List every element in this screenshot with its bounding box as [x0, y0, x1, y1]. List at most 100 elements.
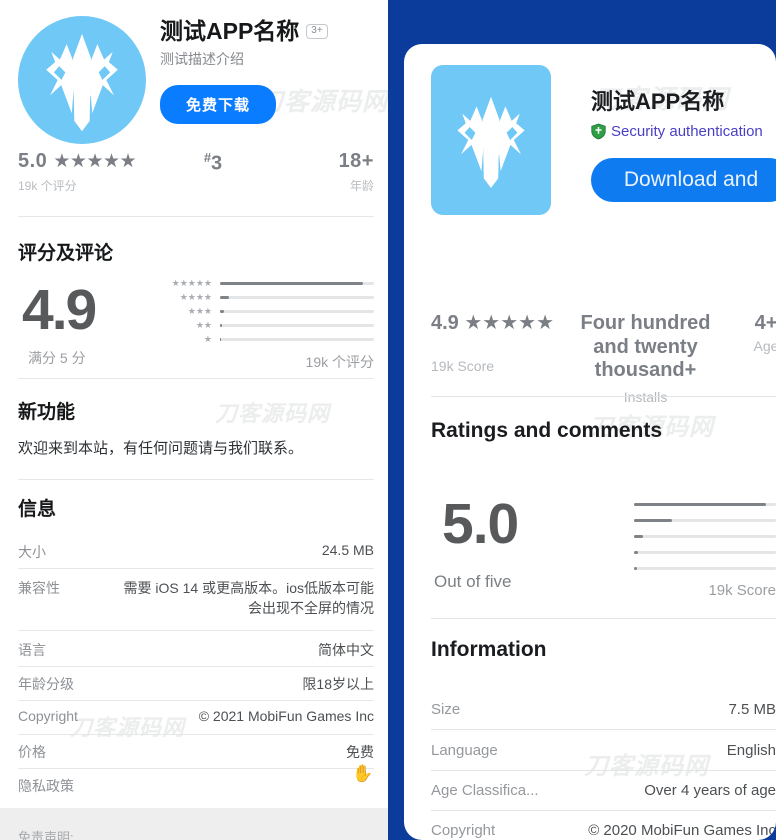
histogram-track [220, 337, 374, 341]
watermark-left-mid: 刀客源码网 [215, 402, 331, 427]
rank-hash: # [203, 150, 212, 165]
shield-icon [591, 123, 606, 140]
info-row-compatibility: 兼容性 需要 iOS 14 或更高版本。ios低版本可能会出现不全屏的情况 [18, 578, 374, 618]
divider [431, 618, 776, 619]
app-logo-glyph [457, 96, 525, 188]
info-row-age-rating: 年龄分级 限18岁以上 [18, 674, 374, 694]
download-button[interactable]: Download and [591, 158, 776, 202]
rating-histogram: 19k Score [634, 496, 776, 599]
info-value: © 2021 MobiFun Games Inc [198, 708, 374, 724]
divider [431, 396, 776, 397]
histogram-fill [634, 534, 643, 538]
info-key: 兼容性 [18, 580, 60, 596]
divider [431, 810, 776, 811]
info-row-size: Size 7.5 MB [431, 701, 776, 718]
app-title: 测试APP名称 [591, 89, 725, 114]
histogram-fill [220, 337, 222, 341]
histogram-track [634, 566, 776, 570]
info-value: 免费 [346, 744, 374, 760]
divider [18, 568, 374, 569]
app-logo-icon [18, 16, 146, 144]
ratings-section-title: 评分及评论 [18, 243, 114, 264]
info-key: Copyright [18, 708, 78, 724]
info-row-price: 价格 免费 [18, 742, 374, 762]
info-row-age-classification: Age Classifica... Over 4 years of age [431, 782, 776, 799]
installs-value: Four hundred and twenty thousand+ [580, 312, 711, 382]
histogram-track [220, 295, 374, 299]
info-key: 价格 [18, 744, 46, 760]
histogram-fill [220, 281, 364, 285]
histogram-track [220, 323, 374, 327]
rating-count: 19k 个评分 [18, 179, 77, 193]
average-score-caption: Out of five [434, 572, 512, 591]
histogram-fill [220, 295, 230, 299]
rank-value: 3 [211, 152, 223, 175]
histogram-fill [220, 309, 224, 313]
info-key: 语言 [18, 642, 46, 658]
histogram-fill [634, 550, 639, 554]
age-caption: 年龄 [349, 179, 374, 193]
divider [431, 729, 776, 730]
app-store-comparison-screenshot: 刀客源码网 刀客源码网 刀客源码网 测试APP名称 3+ 测试描述介绍 免费下载… [0, 0, 776, 840]
divider [18, 734, 374, 735]
app-logo-glyph [46, 33, 118, 132]
histogram-row: ★ [150, 332, 374, 346]
rating-count: 19k Score [431, 357, 495, 374]
rating-stars: ★★★★★ [53, 151, 137, 172]
app-header: 测试APP名称 3+ 测试描述介绍 免费下载 [18, 12, 374, 148]
divider [18, 768, 374, 769]
right-android-panel: 刀客源码网 刀客源码网 刀客源码网 测试APP名称 Security authe… [388, 0, 776, 840]
histogram-row: ★★★★ [150, 290, 374, 304]
divider [18, 700, 374, 701]
histogram-fill [634, 518, 673, 522]
histogram-row [634, 512, 776, 528]
rating-histogram: ★★★★★ ★★★★ ★★★ ★★ ★ 19k 个评分 [150, 276, 374, 370]
average-score: 5.0 [442, 492, 519, 556]
info-row-privacy-policy[interactable]: 隐私政策 [18, 776, 374, 796]
app-detail-card: 刀客源码网 刀客源码网 刀客源码网 测试APP名称 Security authe… [404, 44, 776, 840]
info-key: 隐私政策 [18, 778, 74, 794]
rating-value: 4.9 [431, 312, 459, 334]
whatsnew-body: 欢迎来到本站，有任何问题请与我们联系。 [18, 440, 304, 457]
info-value: English [726, 742, 776, 759]
info-title: 信息 [18, 499, 57, 520]
left-ios-panel: 刀客源码网 刀客源码网 刀客源码网 测试APP名称 3+ 测试描述介绍 免费下载… [0, 0, 388, 840]
info-row-language: 语言 简体中文 [18, 640, 374, 660]
info-row-language: Language English [431, 742, 776, 759]
histogram-row [634, 560, 776, 576]
stat-age: 4+ Age [736, 312, 776, 354]
info-key: Size [431, 701, 461, 718]
info-key: 年龄分级 [18, 676, 74, 692]
security-label: Security authentication [611, 123, 763, 140]
histogram-row [634, 528, 776, 544]
age-rating-chip: 3+ [306, 23, 328, 39]
disclaimer-text: 免责声明: [18, 830, 74, 840]
info-row-copyright: Copyright © 2020 MobiFun Games Inc [431, 822, 776, 839]
divider [431, 770, 776, 771]
stat-rating: 5.0 ★★★★★ 19k 个评分 [18, 150, 137, 194]
histogram-stars: ★★★★ [179, 291, 212, 302]
histogram-track [220, 281, 374, 285]
app-subtitle: 测试描述介绍 [160, 51, 244, 68]
app-stats-row: 4.9 ★★★★★ 19k Score Four hundred and twe… [431, 312, 776, 405]
download-button[interactable]: 免费下载 [160, 85, 277, 125]
info-row-copyright: Copyright © 2021 MobiFun Games Inc [18, 708, 374, 724]
average-score-caption: 满分 5 分 [28, 350, 86, 366]
age-caption: Age [753, 337, 776, 354]
stat-installs: Four hundred and twenty thousand+ Instal… [563, 312, 728, 405]
stat-age: 18+ 年龄 [294, 150, 374, 194]
age-value: 18+ [338, 150, 374, 172]
divider [18, 216, 374, 217]
app-logo-icon [431, 65, 551, 215]
info-value: 限18岁以上 [302, 676, 374, 692]
info-key: 大小 [18, 544, 46, 560]
rating-value: 5.0 [18, 150, 48, 172]
info-key: Language [431, 742, 498, 759]
histogram-track [634, 502, 776, 506]
app-stats-row: 5.0 ★★★★★ 19k 个评分 #3 18+ 年龄 [18, 150, 374, 208]
histogram-fill [634, 502, 767, 506]
histogram-count: 19k Score [708, 582, 776, 599]
histogram-stars: ★★★ [187, 305, 212, 316]
age-value: 4+ [754, 312, 776, 334]
histogram-count: 19k 个评分 [305, 354, 374, 370]
